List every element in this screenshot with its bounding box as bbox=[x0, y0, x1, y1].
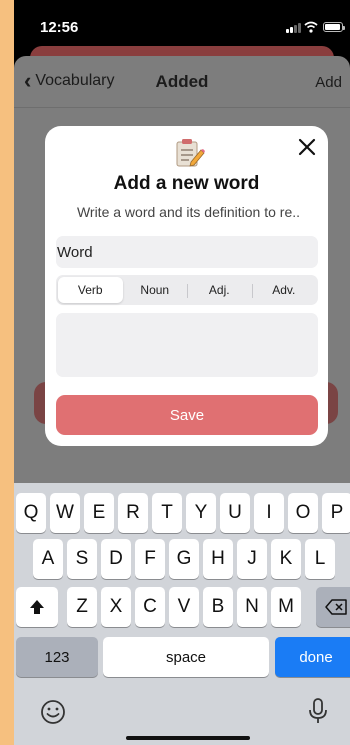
done-key[interactable]: done bbox=[275, 637, 350, 677]
nav-bar: ‹ Vocabulary Added Add bbox=[14, 56, 350, 108]
key-a[interactable]: A bbox=[33, 539, 63, 579]
microphone-icon[interactable] bbox=[306, 696, 330, 726]
key-e[interactable]: E bbox=[84, 493, 114, 533]
key-h[interactable]: H bbox=[203, 539, 233, 579]
close-icon[interactable] bbox=[296, 136, 318, 158]
key-g[interactable]: G bbox=[169, 539, 199, 579]
add-word-modal: Add a new word Write a word and its defi… bbox=[45, 126, 328, 446]
modal-title: Add a new word bbox=[113, 173, 260, 194]
segment-verb[interactable]: Verb bbox=[58, 277, 123, 303]
home-indicator bbox=[126, 736, 250, 740]
segment-adverb[interactable]: Adv. bbox=[251, 277, 317, 303]
word-input[interactable] bbox=[56, 236, 318, 268]
key-row-3: Z X C V B N M bbox=[14, 587, 350, 627]
key-u[interactable]: U bbox=[220, 493, 250, 533]
segment-noun[interactable]: Noun bbox=[123, 277, 188, 303]
part-of-speech-selector: Verb Noun Adj. Adv. bbox=[56, 275, 318, 305]
key-b[interactable]: B bbox=[203, 587, 233, 627]
key-row-1: Q W E R T Y U I O P bbox=[14, 493, 350, 533]
key-s[interactable]: S bbox=[67, 539, 97, 579]
nav-title: Added bbox=[155, 72, 209, 91]
emoji-icon[interactable] bbox=[39, 698, 67, 726]
signal-icon bbox=[286, 23, 301, 33]
key-x[interactable]: X bbox=[101, 587, 131, 627]
battery-icon bbox=[323, 22, 345, 32]
key-d[interactable]: D bbox=[101, 539, 131, 579]
wifi-icon bbox=[304, 21, 318, 33]
save-button[interactable]: Save bbox=[56, 395, 318, 435]
key-j[interactable]: J bbox=[237, 539, 267, 579]
key-r[interactable]: R bbox=[118, 493, 148, 533]
key-n[interactable]: N bbox=[237, 587, 267, 627]
key-v[interactable]: V bbox=[169, 587, 199, 627]
key-o[interactable]: O bbox=[288, 493, 318, 533]
add-button[interactable]: Add bbox=[315, 74, 342, 91]
key-y[interactable]: Y bbox=[186, 493, 216, 533]
keyboard: Q W E R T Y U I O P A S D F G H J K L Z bbox=[14, 483, 350, 745]
key-i[interactable]: I bbox=[254, 493, 284, 533]
key-t[interactable]: T bbox=[152, 493, 182, 533]
key-row-4: 123 space done bbox=[14, 637, 350, 677]
backspace-key[interactable] bbox=[316, 587, 350, 627]
key-q[interactable]: Q bbox=[16, 493, 46, 533]
key-p[interactable]: P bbox=[322, 493, 350, 533]
notepad-icon bbox=[176, 139, 205, 167]
backspace-icon bbox=[325, 599, 347, 615]
shift-icon bbox=[30, 600, 44, 614]
key-m[interactable]: M bbox=[271, 587, 301, 627]
shift-key[interactable] bbox=[16, 587, 58, 627]
key-f[interactable]: F bbox=[135, 539, 165, 579]
key-w[interactable]: W bbox=[50, 493, 80, 533]
space-key[interactable]: space bbox=[103, 637, 269, 677]
status-bar: 12:56 bbox=[14, 0, 350, 46]
key-row-2: A S D F G H J K L bbox=[14, 539, 350, 579]
key-c[interactable]: C bbox=[135, 587, 165, 627]
phone-screen: 12:56 ‹ Vocabulary Added Add Add a new w… bbox=[14, 0, 350, 745]
numbers-key[interactable]: 123 bbox=[16, 637, 98, 677]
modal-subtitle: Write a word and its definition to re.. bbox=[76, 204, 301, 220]
definition-field[interactable] bbox=[56, 313, 318, 377]
key-l[interactable]: L bbox=[305, 539, 335, 579]
key-z[interactable]: Z bbox=[67, 587, 97, 627]
segment-adjective[interactable]: Adj. bbox=[187, 277, 252, 303]
key-k[interactable]: K bbox=[271, 539, 301, 579]
status-time: 12:56 bbox=[40, 19, 79, 36]
